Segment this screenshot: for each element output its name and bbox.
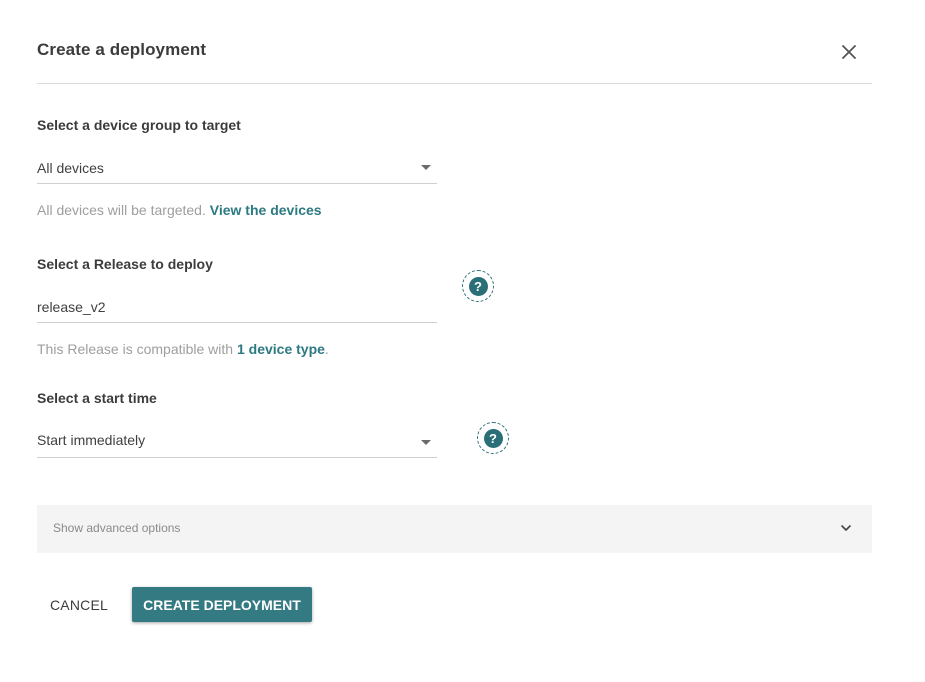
close-button[interactable] bbox=[836, 39, 862, 65]
question-icon: ? bbox=[483, 428, 503, 448]
header-divider bbox=[37, 83, 872, 84]
device-group-label: Select a device group to target bbox=[37, 117, 241, 133]
release-help-suffix: . bbox=[324, 341, 329, 357]
device-group-selected-value: All devices bbox=[37, 160, 104, 176]
close-icon bbox=[842, 45, 856, 59]
create-deployment-dialog: Create a deployment Select a device grou… bbox=[0, 0, 925, 682]
advanced-options-label: Show advanced options bbox=[53, 521, 181, 535]
dropdown-arrow-icon bbox=[421, 440, 431, 445]
dropdown-arrow-icon bbox=[421, 165, 431, 170]
device-group-help: All devices will be targeted. View the d… bbox=[37, 202, 322, 218]
start-time-label: Select a start time bbox=[37, 390, 157, 406]
release-label: Select a Release to deploy bbox=[37, 256, 213, 272]
start-time-help-button[interactable]: ? bbox=[477, 422, 509, 454]
create-deployment-button[interactable]: CREATE DEPLOYMENT bbox=[132, 587, 312, 622]
release-input[interactable]: release_v2 bbox=[37, 296, 437, 323]
release-input-value: release_v2 bbox=[37, 299, 106, 315]
release-help: This Release is compatible with 1 device… bbox=[37, 341, 329, 357]
cancel-button[interactable]: CANCEL bbox=[38, 588, 120, 622]
device-group-help-text: All devices will be targeted. bbox=[37, 202, 206, 218]
view-devices-link[interactable]: View the devices bbox=[210, 202, 322, 218]
chevron-down-icon bbox=[841, 525, 851, 531]
question-icon: ? bbox=[468, 276, 488, 296]
start-time-selected-value: Start immediately bbox=[37, 432, 146, 448]
release-help-button[interactable]: ? bbox=[462, 270, 494, 302]
dialog-title: Create a deployment bbox=[37, 40, 207, 59]
advanced-options-toggle[interactable]: Show advanced options bbox=[37, 505, 872, 553]
device-group-select[interactable]: All devices bbox=[37, 157, 437, 184]
start-time-select[interactable]: Start immediately bbox=[37, 429, 437, 458]
release-help-text: This Release is compatible with bbox=[37, 341, 234, 357]
device-type-link[interactable]: 1 device type bbox=[237, 341, 325, 357]
